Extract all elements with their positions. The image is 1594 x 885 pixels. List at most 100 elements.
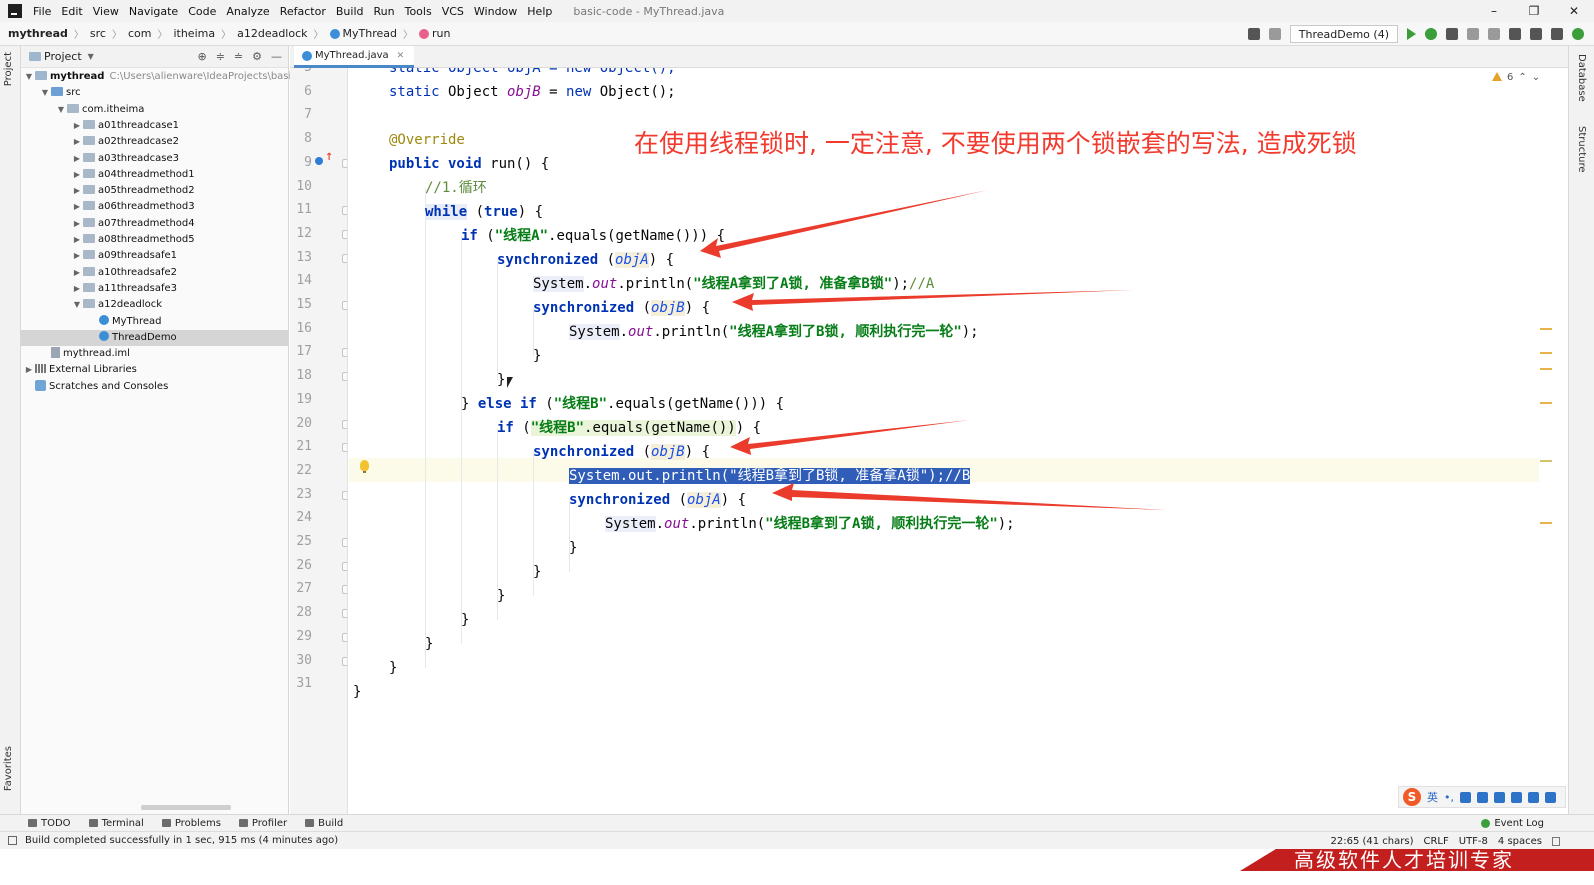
- user-icon[interactable]: [1247, 28, 1260, 40]
- tree-item[interactable]: ▶ External Libraries: [21, 362, 288, 378]
- chevron-right-icon[interactable]: ▶: [71, 199, 83, 215]
- tab-build[interactable]: Build: [305, 818, 343, 829]
- line-number[interactable]: 26: [290, 554, 312, 578]
- line-number[interactable]: 7: [290, 103, 312, 127]
- breadcrumb-a12deadlock[interactable]: a12deadlock: [237, 27, 307, 40]
- line-number[interactable]: 22: [290, 459, 312, 483]
- breadcrumb-run[interactable]: run: [432, 27, 450, 40]
- chevron-right-icon[interactable]: ▶: [71, 248, 83, 264]
- line-number[interactable]: 5: [290, 68, 312, 80]
- close-tab-icon[interactable]: ✕: [397, 51, 405, 61]
- chevron-right-icon[interactable]: ▶: [71, 118, 83, 134]
- line-number[interactable]: 30: [290, 649, 312, 673]
- warning-stripe-mark[interactable]: [1540, 522, 1552, 524]
- line-number[interactable]: 31: [290, 672, 312, 696]
- breadcrumb-com[interactable]: com: [128, 27, 152, 40]
- line-number[interactable]: 12: [290, 222, 312, 246]
- fold-marker-icon[interactable]: [342, 538, 347, 547]
- chevron-down-icon[interactable]: ▼: [39, 85, 51, 101]
- tree-item[interactable]: ▶ a04threadmethod1: [21, 167, 288, 183]
- chevron-up-icon[interactable]: ⌃: [1518, 72, 1526, 83]
- line-number[interactable]: 8: [290, 127, 312, 151]
- menu-tools[interactable]: Tools: [400, 5, 437, 18]
- lock-icon[interactable]: [1552, 836, 1560, 846]
- status-message[interactable]: Build completed successfully in 1 sec, 9…: [25, 835, 338, 846]
- chevron-right-icon[interactable]: ▶: [71, 265, 83, 281]
- minimize-icon[interactable]: –: [1474, 0, 1514, 22]
- tree-item[interactable]: MyThread: [21, 314, 288, 330]
- keyboard-icon[interactable]: [1494, 791, 1505, 803]
- line-number[interactable]: 27: [290, 577, 312, 601]
- structure-tool-tab[interactable]: Structure: [1576, 126, 1587, 173]
- tree-item[interactable]: ▶ a06threadmethod3: [21, 199, 288, 215]
- debug-icon[interactable]: [1425, 28, 1437, 40]
- warning-stripe-mark[interactable]: [1540, 328, 1552, 330]
- chevron-right-icon[interactable]: ▶: [71, 281, 83, 297]
- breadcrumb-itheima[interactable]: itheima: [173, 27, 215, 40]
- line-number[interactable]: 17: [290, 340, 312, 364]
- line-number[interactable]: 13: [290, 246, 312, 270]
- line-number[interactable]: 19: [290, 388, 312, 412]
- tab-profiler[interactable]: Profiler: [238, 818, 287, 829]
- menu-window[interactable]: Window: [469, 5, 522, 18]
- project-tool-tab[interactable]: Project: [3, 52, 14, 86]
- line-number[interactable]: 14: [290, 269, 312, 293]
- plugin-icon[interactable]: [1572, 28, 1584, 40]
- line-number[interactable]: 24: [290, 506, 312, 530]
- error-stripe[interactable]: [1540, 68, 1568, 814]
- menu-analyze[interactable]: Analyze: [221, 5, 274, 18]
- indent-setting[interactable]: 4 spaces: [1498, 836, 1542, 847]
- file-encoding[interactable]: UTF-8: [1459, 836, 1488, 847]
- emoji-icon[interactable]: [1460, 791, 1471, 803]
- chevron-right-icon[interactable]: ▶: [23, 362, 35, 378]
- wrench-icon[interactable]: [1545, 791, 1556, 803]
- tree-item[interactable]: ▶ a02threadcase2: [21, 134, 288, 150]
- stop-icon[interactable]: [1488, 28, 1500, 40]
- tree-item[interactable]: ▶ a09threadsafe1: [21, 248, 288, 264]
- tree-item[interactable]: ▼ mythread C:\Users\alienware\IdeaProjects…: [21, 69, 297, 85]
- line-number[interactable]: 25: [290, 530, 312, 554]
- event-log-button[interactable]: Event Log: [1481, 815, 1544, 832]
- tree-item[interactable]: ▶ a07threadmethod4: [21, 216, 288, 232]
- menu-help[interactable]: Help: [522, 5, 557, 18]
- tree-item[interactable]: mythread.iml: [21, 346, 288, 362]
- current-line-stripe-mark[interactable]: [1540, 460, 1552, 462]
- tree-item[interactable]: ▶ a08threadmethod5: [21, 232, 288, 248]
- tree-item[interactable]: ▶ a05threadmethod2: [21, 183, 288, 199]
- tree-item[interactable]: ▼ com.itheima: [21, 102, 288, 118]
- fold-marker-icon[interactable]: [342, 632, 347, 642]
- chevron-down-icon[interactable]: ⌄: [1532, 72, 1540, 83]
- fold-marker-icon[interactable]: [342, 609, 347, 619]
- tree-item[interactable]: ▶ a11threadsafe3: [21, 281, 288, 297]
- favorites-tool-tab[interactable]: Favorites: [3, 746, 14, 791]
- horizontal-scrollbar[interactable]: [141, 805, 231, 810]
- line-number[interactable]: 11: [290, 198, 312, 222]
- tree-item[interactable]: ▼ a12deadlock: [21, 297, 288, 313]
- fold-marker-icon[interactable]: [342, 419, 347, 429]
- tree-item[interactable]: ▼ src: [21, 85, 288, 101]
- ime-language[interactable]: 英: [1427, 789, 1438, 805]
- user-icon[interactable]: [1511, 791, 1522, 803]
- coverage-icon[interactable]: [1446, 28, 1458, 40]
- warning-stripe-mark[interactable]: [1540, 402, 1552, 404]
- skin-icon[interactable]: [1528, 791, 1539, 803]
- line-number[interactable]: 10: [290, 175, 312, 199]
- line-number[interactable]: 9: [290, 151, 312, 175]
- chevron-down-icon[interactable]: ▼: [55, 102, 67, 118]
- locate-icon[interactable]: ⊕: [197, 50, 206, 63]
- search-icon[interactable]: [1530, 28, 1542, 40]
- sogou-logo-icon[interactable]: S: [1403, 788, 1421, 806]
- tree-item[interactable]: ▶ a03threadcase3: [21, 151, 288, 167]
- fold-marker-icon[interactable]: [342, 443, 347, 453]
- arrow-up-icon[interactable]: ↑: [325, 152, 333, 163]
- tab-todo[interactable]: TODO: [28, 818, 71, 829]
- chevron-down-icon[interactable]: ▼: [71, 297, 83, 313]
- warning-stripe-mark[interactable]: [1540, 352, 1552, 354]
- tab-terminal[interactable]: Terminal: [88, 818, 144, 829]
- fold-marker-icon[interactable]: [342, 585, 347, 595]
- chevron-right-icon[interactable]: ▶: [71, 232, 83, 248]
- menu-file[interactable]: File: [28, 5, 56, 18]
- gear-icon[interactable]: ⚙: [252, 50, 262, 63]
- chevron-right-icon[interactable]: ▶: [71, 151, 83, 167]
- chevron-right-icon[interactable]: ▶: [71, 134, 83, 150]
